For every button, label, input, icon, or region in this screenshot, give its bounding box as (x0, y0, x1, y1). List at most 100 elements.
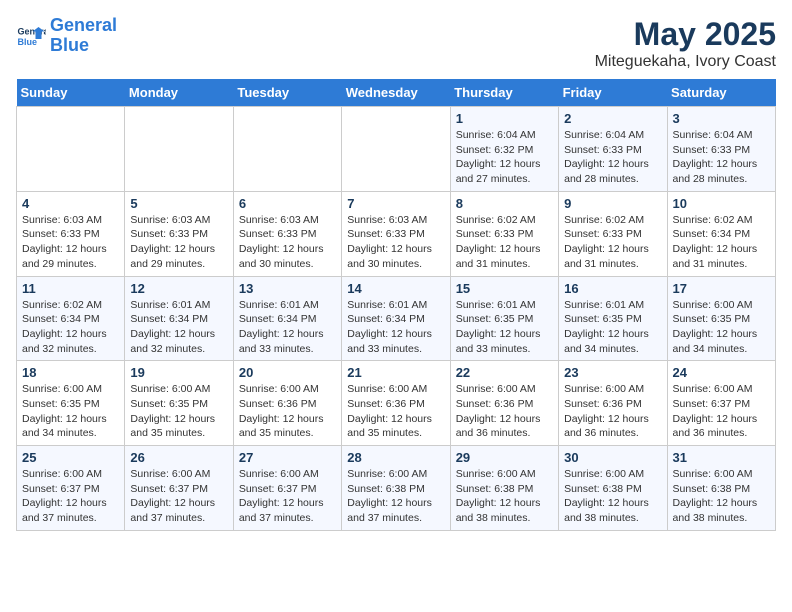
calendar-cell: 12 Sunrise: 6:01 AM Sunset: 6:34 PM Dayli… (125, 276, 233, 361)
day-detail: Sunrise: 6:01 AM Sunset: 6:35 PM Dayligh… (564, 298, 661, 357)
day-number: 19 (130, 365, 227, 380)
day-detail: Sunrise: 6:01 AM Sunset: 6:34 PM Dayligh… (347, 298, 444, 357)
day-number: 10 (673, 196, 770, 211)
subtitle: Miteguekaha, Ivory Coast (595, 53, 776, 71)
day-number: 4 (22, 196, 119, 211)
day-detail: Sunrise: 6:02 AM Sunset: 6:34 PM Dayligh… (22, 298, 119, 357)
calendar-cell: 17 Sunrise: 6:00 AM Sunset: 6:35 PM Dayli… (667, 276, 775, 361)
day-detail: Sunrise: 6:02 AM Sunset: 6:34 PM Dayligh… (673, 213, 770, 272)
header: General Blue General Blue May 2025 Miteg… (16, 16, 776, 71)
day-header-saturday: Saturday (667, 79, 775, 107)
day-number: 17 (673, 281, 770, 296)
day-number: 21 (347, 365, 444, 380)
day-detail: Sunrise: 6:02 AM Sunset: 6:33 PM Dayligh… (564, 213, 661, 272)
day-detail: Sunrise: 6:00 AM Sunset: 6:37 PM Dayligh… (239, 467, 336, 526)
calendar-cell: 25Sunrise: 6:00 AM Sunset: 6:37 PM Dayli… (17, 446, 125, 531)
day-header-thursday: Thursday (450, 79, 558, 107)
day-detail: Sunrise: 6:00 AM Sunset: 6:38 PM Dayligh… (673, 467, 770, 526)
day-number: 18 (22, 365, 119, 380)
day-detail: Sunrise: 6:03 AM Sunset: 6:33 PM Dayligh… (22, 213, 119, 272)
day-number: 15 (456, 281, 553, 296)
day-header-friday: Friday (559, 79, 667, 107)
calendar-cell: 21 Sunrise: 6:00 AM Sunset: 6:36 PM Dayli… (342, 361, 450, 446)
day-number: 24 (673, 365, 770, 380)
day-detail: Sunrise: 6:01 AM Sunset: 6:34 PM Dayligh… (130, 298, 227, 357)
day-number: 23 (564, 365, 661, 380)
calendar-cell: 27 Sunrise: 6:00 AM Sunset: 6:37 PM Dayli… (233, 446, 341, 531)
svg-text:Blue: Blue (18, 37, 38, 47)
day-detail: Sunrise: 6:00 AM Sunset: 6:35 PM Dayligh… (673, 298, 770, 357)
calendar-cell (125, 107, 233, 192)
day-number: 1 (456, 111, 553, 126)
logo-text-line1: General Blue (50, 16, 117, 56)
day-number: 6 (239, 196, 336, 211)
calendar-week-row: 25 Sunrise: 6:00 AM Sunset: 6:37 PM Dayli… (17, 446, 776, 531)
calendar-cell: 4 Sunrise: 6:03 AM Sunset: 6:33 PM Daylig… (17, 191, 125, 276)
day-number: 28 (347, 450, 444, 465)
day-detail: Sunrise: 6:04 AM Sunset: 6:32 PM Dayligh… (456, 128, 553, 187)
day-number: 13 (239, 281, 336, 296)
calendar-cell: 2Sunrise: 6:04 AM Sunset: 6:33 PM Daylig… (559, 107, 667, 192)
calendar-cell (233, 107, 341, 192)
day-number: 9 (564, 196, 661, 211)
day-detail: Sunrise: 6:01 AM Sunset: 6:34 PM Dayligh… (239, 298, 336, 357)
day-header-tuesday: Tuesday (233, 79, 341, 107)
day-detail: Sunrise: 6:03 AM Sunset: 6:33 PM Dayligh… (347, 213, 444, 272)
day-number: 7 (347, 196, 444, 211)
day-header-sunday: Sunday (17, 79, 125, 107)
day-number: 30 (564, 450, 661, 465)
day-number: 26 (130, 450, 227, 465)
day-detail: Sunrise: 6:00 AM Sunset: 6:36 PM Dayligh… (564, 382, 661, 441)
calendar-cell (17, 107, 125, 192)
calendar-cell: 29Sunrise: 6:00 AM Sunset: 6:38 PM Dayli… (450, 446, 558, 531)
calendar-week-row: 4 Sunrise: 6:03 AM Sunset: 6:33 PM Daylig… (17, 191, 776, 276)
calendar-cell: 16 Sunrise: 6:01 AM Sunset: 6:35 PM Dayli… (559, 276, 667, 361)
calendar-cell: 6Sunrise: 6:03 AM Sunset: 6:33 PM Daylig… (233, 191, 341, 276)
day-number: 31 (673, 450, 770, 465)
calendar-cell: 28 Sunrise: 6:00 AM Sunset: 6:38 PM Dayli… (342, 446, 450, 531)
day-header-wednesday: Wednesday (342, 79, 450, 107)
calendar-cell: 19 Sunrise: 6:00 AM Sunset: 6:35 PM Dayli… (125, 361, 233, 446)
day-number: 14 (347, 281, 444, 296)
calendar-table: SundayMondayTuesdayWednesdayThursdayFrid… (16, 79, 776, 531)
logo-icon: General Blue (16, 21, 46, 51)
calendar-header-row: SundayMondayTuesdayWednesdayThursdayFrid… (17, 79, 776, 107)
calendar-cell: 31 Sunrise: 6:00 AM Sunset: 6:38 PM Dayli… (667, 446, 775, 531)
day-detail: Sunrise: 6:04 AM Sunset: 6:33 PM Dayligh… (673, 128, 770, 187)
day-number: 27 (239, 450, 336, 465)
day-number: 12 (130, 281, 227, 296)
calendar-cell: 24 Sunrise: 6:00 AM Sunset: 6:37 PM Dayli… (667, 361, 775, 446)
calendar-cell: 26 Sunrise: 6:00 AM Sunset: 6:37 PM Dayli… (125, 446, 233, 531)
calendar-cell: 11 Sunrise: 6:02 AM Sunset: 6:34 PM Dayli… (17, 276, 125, 361)
day-detail: Sunrise: 6:04 AM Sunset: 6:33 PM Dayligh… (564, 128, 661, 187)
calendar-cell: 22Sunrise: 6:00 AM Sunset: 6:36 PM Dayli… (450, 361, 558, 446)
day-detail: Sunrise: 6:02 AM Sunset: 6:33 PM Dayligh… (456, 213, 553, 272)
calendar-week-row: 1 Sunrise: 6:04 AM Sunset: 6:32 PM Daylig… (17, 107, 776, 192)
calendar-cell: 15 Sunrise: 6:01 AM Sunset: 6:35 PM Dayli… (450, 276, 558, 361)
title-area: May 2025 Miteguekaha, Ivory Coast (595, 16, 776, 71)
day-detail: Sunrise: 6:00 AM Sunset: 6:35 PM Dayligh… (22, 382, 119, 441)
day-detail: Sunrise: 6:00 AM Sunset: 6:36 PM Dayligh… (347, 382, 444, 441)
calendar-cell: 20Sunrise: 6:00 AM Sunset: 6:36 PM Dayli… (233, 361, 341, 446)
calendar-cell: 3Sunrise: 6:04 AM Sunset: 6:33 PM Daylig… (667, 107, 775, 192)
main-title: May 2025 (595, 16, 776, 53)
day-detail: Sunrise: 6:00 AM Sunset: 6:37 PM Dayligh… (673, 382, 770, 441)
day-detail: Sunrise: 6:00 AM Sunset: 6:35 PM Dayligh… (130, 382, 227, 441)
calendar-cell: 30Sunrise: 6:00 AM Sunset: 6:38 PM Dayli… (559, 446, 667, 531)
day-number: 25 (22, 450, 119, 465)
day-number: 29 (456, 450, 553, 465)
calendar-cell (342, 107, 450, 192)
calendar-week-row: 11 Sunrise: 6:02 AM Sunset: 6:34 PM Dayli… (17, 276, 776, 361)
day-number: 11 (22, 281, 119, 296)
day-detail: Sunrise: 6:00 AM Sunset: 6:37 PM Dayligh… (130, 467, 227, 526)
calendar-week-row: 18 Sunrise: 6:00 AM Sunset: 6:35 PM Dayli… (17, 361, 776, 446)
calendar-cell: 14 Sunrise: 6:01 AM Sunset: 6:34 PM Dayli… (342, 276, 450, 361)
calendar-cell: 23 Sunrise: 6:00 AM Sunset: 6:36 PM Dayli… (559, 361, 667, 446)
day-number: 16 (564, 281, 661, 296)
day-detail: Sunrise: 6:00 AM Sunset: 6:38 PM Dayligh… (347, 467, 444, 526)
calendar-cell: 10 Sunrise: 6:02 AM Sunset: 6:34 PM Dayli… (667, 191, 775, 276)
day-number: 5 (130, 196, 227, 211)
day-detail: Sunrise: 6:01 AM Sunset: 6:35 PM Dayligh… (456, 298, 553, 357)
day-number: 8 (456, 196, 553, 211)
calendar-cell: 18 Sunrise: 6:00 AM Sunset: 6:35 PM Dayli… (17, 361, 125, 446)
